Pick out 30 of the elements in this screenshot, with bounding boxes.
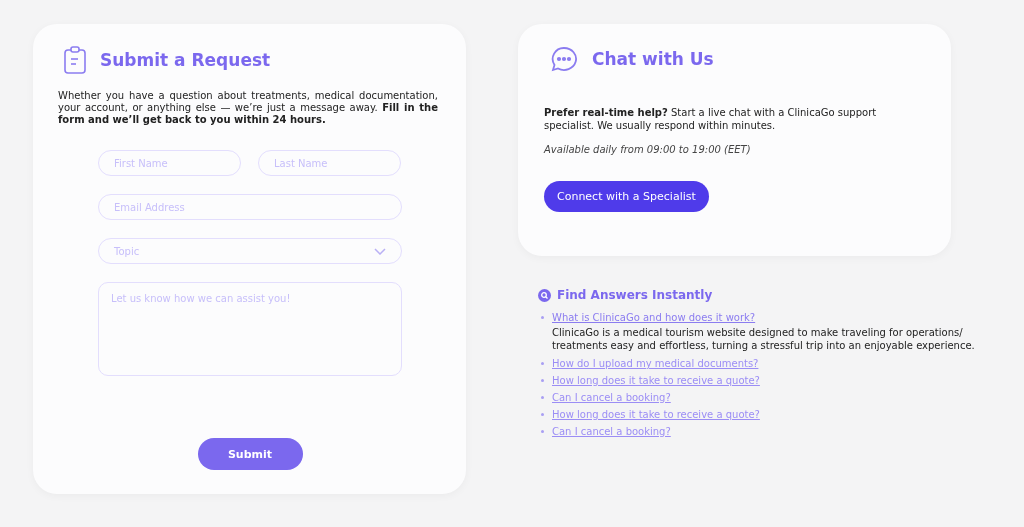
intro-text: Whether you have a question about treatments, medical documentation, your account, or anything else — we’re just a message away. Fill in the form and we’ll get back to you within 24 hours.: [58, 90, 438, 126]
faq-title: Find Answers Instantly: [557, 288, 713, 302]
clipboard-icon: [64, 46, 86, 74]
availability-text: Available daily from 09:00 to 19:00 (EET): [544, 144, 752, 155]
chat-description: Prefer real-time help? Start a live chat with a ClinicaGo support specialist. We usually respond within minutes.: [544, 106, 878, 132]
search-icon: [538, 288, 551, 302]
bullet-dot: [541, 316, 544, 319]
input-field[interactable]: First Name: [98, 150, 241, 176]
chat-bubble-icon: [550, 46, 578, 72]
chat-title: Chat with Us: [592, 49, 714, 69]
input-field[interactable]: Email Address: [98, 194, 402, 220]
connect-button[interactable]: Connect with a Specialist: [544, 181, 709, 212]
topic-dropdown[interactable]: Topic: [98, 238, 402, 264]
faq-question-link[interactable]: How do I upload my medical documents?: [552, 356, 759, 371]
faq-answer: ClinicaGo is a medical tourism website designed to make traveling for operations/ treatments easy and effortless, turning a stressful trip into an enjoyable experience.: [552, 326, 976, 352]
bullet-dot: [541, 430, 544, 433]
faq-question-link[interactable]: Can I cancel a booking?: [552, 390, 671, 405]
faq-question-link[interactable]: What is ClinicaGo and how does it work?: [552, 310, 756, 325]
bullet-dot: [541, 396, 544, 399]
input-field[interactable]: Last Name: [258, 150, 401, 176]
bullet-dot: [541, 362, 544, 365]
form-title: Submit a Request: [100, 50, 271, 70]
faq-question-link[interactable]: How long does it take to receive a quote?: [552, 407, 760, 422]
message-field[interactable]: Let us know how we can assist you!: [98, 282, 402, 376]
bullet-dot: [541, 413, 544, 416]
faq-question-link[interactable]: Can I cancel a booking?: [552, 424, 671, 439]
bullet-dot: [541, 379, 544, 382]
submit-button[interactable]: Submit: [197, 438, 303, 470]
faq-question-link[interactable]: How long does it take to receive a quote?: [552, 373, 760, 388]
chevron-down-icon: [374, 247, 386, 255]
